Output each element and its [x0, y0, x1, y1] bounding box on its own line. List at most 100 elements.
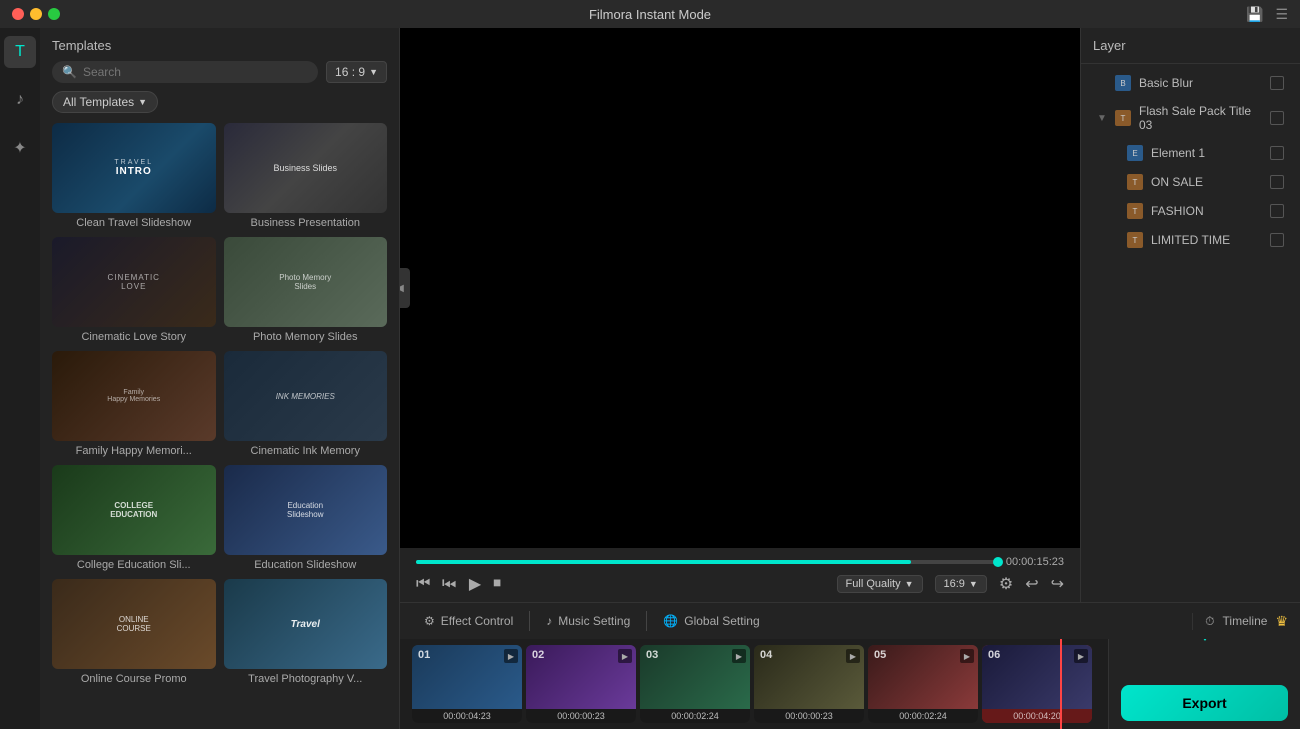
arrow-head: [1197, 639, 1213, 641]
export-button[interactable]: Export: [1121, 685, 1288, 721]
list-item[interactable]: FamilyHappy Memories Family Happy Memori…: [52, 351, 216, 457]
settings-button[interactable]: ⚙: [999, 574, 1013, 594]
layer-item[interactable]: T LIMITED TIME: [1085, 226, 1296, 254]
ratio-badge[interactable]: 16:9 ▼: [935, 575, 987, 593]
bottom-tabs: ⚙ Effect Control ♪ Music Setting 🌐 Globa…: [400, 603, 1192, 639]
all-templates-label: All Templates: [63, 95, 134, 109]
maximize-button[interactable]: [48, 8, 60, 20]
playback-bar: 00:00:15:23 ⏮ ⏭ ▶ ⏹ Full Quality ▼ 1: [400, 548, 1080, 602]
template-name: College Education Sli...: [52, 559, 216, 571]
step-forward-button[interactable]: ⏭: [442, 575, 456, 593]
music-icon: ♪: [16, 91, 24, 109]
text-tool[interactable]: T: [4, 36, 36, 68]
quality-select[interactable]: Full Quality ▼: [837, 575, 923, 593]
clip-duration: 00:00:00:23: [526, 709, 636, 723]
list-item[interactable]: EducationSlideshow Education Slideshow: [224, 465, 388, 571]
layers-header: Layer: [1081, 28, 1300, 64]
timeline-area: 01 ▶ 00:00:04:23 02 ▶ 00:00:00:23: [400, 639, 1108, 729]
list-item[interactable]: ONLINECOURSE Online Course Promo: [52, 579, 216, 685]
timeline-clip[interactable]: 03 ▶ 00:00:02:24: [640, 645, 750, 723]
visibility-toggle[interactable]: [1270, 111, 1284, 125]
clip-type-icon: ▶: [960, 649, 974, 663]
templates-header: Templates 🔍 16 : 9 ▼ All Templates ▼: [40, 28, 399, 119]
tab-music-setting[interactable]: ♪ Music Setting: [534, 608, 642, 634]
save-icon[interactable]: 💾: [1246, 6, 1263, 23]
quality-label: Full Quality: [846, 578, 901, 590]
export-panel: Export: [1108, 639, 1300, 729]
layer-name: Element 1: [1151, 146, 1262, 160]
layers-title: Layer: [1093, 38, 1126, 53]
close-button[interactable]: [12, 8, 24, 20]
progress-bar[interactable]: [416, 560, 998, 564]
list-item[interactable]: Business Slides Business Presentation: [224, 123, 388, 229]
layer-item[interactable]: ▼ T Flash Sale Pack Title 03: [1085, 98, 1296, 138]
template-row: CINEMATICLOVE Cinematic Love Story Photo…: [52, 237, 387, 343]
progress-row: 00:00:15:23: [416, 556, 1064, 568]
timeline-tab: ⏱ Timeline ♛: [1192, 613, 1300, 630]
list-item[interactable]: TRAVEL INTRO Clean Travel Slideshow: [52, 123, 216, 229]
tab-global-setting[interactable]: 🌐 Global Setting: [651, 608, 771, 634]
list-item[interactable]: Photo MemorySlides Photo Memory Slides: [224, 237, 388, 343]
template-name: Cinematic Love Story: [52, 331, 216, 343]
ratio-select[interactable]: 16 : 9 ▼: [326, 61, 387, 83]
music-icon: ♪: [546, 614, 552, 628]
clip-number: 03: [646, 649, 658, 661]
visibility-toggle[interactable]: [1270, 233, 1284, 247]
visibility-toggle[interactable]: [1270, 76, 1284, 90]
clip-duration: 00:00:02:24: [640, 709, 750, 723]
clip-type-icon: ▶: [846, 649, 860, 663]
layer-item[interactable]: E Element 1: [1085, 139, 1296, 167]
timeline-clip[interactable]: 02 ▶ 00:00:00:23: [526, 645, 636, 723]
search-input[interactable]: [83, 65, 308, 79]
expand-icon: ▼: [1097, 113, 1107, 124]
timeline-container: 01 ▶ 00:00:04:23 02 ▶ 00:00:00:23: [400, 639, 1108, 729]
clip-type-icon: ▶: [1074, 649, 1088, 663]
timeline-clip[interactable]: 05 ▶ 00:00:02:24: [868, 645, 978, 723]
effect-icon: ⚙: [424, 614, 435, 628]
list-item[interactable]: INK MEMORIES Cinematic Ink Memory: [224, 351, 388, 457]
undo-button[interactable]: ↩: [1025, 574, 1038, 594]
effects-tool[interactable]: ✦: [4, 132, 36, 164]
clip-type-icon: ▶: [618, 649, 632, 663]
effects-icon: ✦: [13, 138, 26, 158]
timeline-clip[interactable]: 01 ▶ 00:00:04:23: [412, 645, 522, 723]
menu-icon[interactable]: ☰: [1275, 6, 1288, 23]
titlebar-actions: 💾 ☰: [1246, 6, 1288, 23]
collapse-button[interactable]: ◀: [400, 268, 410, 308]
list-item[interactable]: Travel Travel Photography V...: [224, 579, 388, 685]
list-item[interactable]: CINEMATICLOVE Cinematic Love Story: [52, 237, 216, 343]
stop-button[interactable]: ⏹: [493, 575, 501, 593]
clip-duration: 00:00:04:20: [982, 709, 1092, 723]
visibility-toggle[interactable]: [1270, 146, 1284, 160]
music-tool[interactable]: ♪: [4, 84, 36, 116]
layer-icon: T: [1127, 232, 1143, 248]
redo-button[interactable]: ↪: [1051, 574, 1064, 594]
layer-item[interactable]: T FASHION: [1085, 197, 1296, 225]
all-templates-button[interactable]: All Templates ▼: [52, 91, 158, 113]
controls-row: ⏮ ⏭ ▶ ⏹ Full Quality ▼ 16:9 ▼ ⚙: [416, 574, 1064, 594]
app-title: Filmora Instant Mode: [589, 7, 711, 22]
layer-name: LIMITED TIME: [1151, 233, 1262, 247]
template-name: Cinematic Ink Memory: [224, 445, 388, 457]
visibility-toggle[interactable]: [1270, 204, 1284, 218]
layer-item[interactable]: B Basic Blur: [1085, 69, 1296, 97]
timeline-icon: ⏱: [1205, 614, 1214, 629]
play-button[interactable]: ▶: [469, 574, 481, 594]
timeline-label: Timeline: [1223, 614, 1268, 628]
timeline-clip[interactable]: 04 ▶ 00:00:00:23: [754, 645, 864, 723]
clip-type-icon: ▶: [504, 649, 518, 663]
timeline-clip[interactable]: 06 ▶ 00:00:04:20: [982, 645, 1092, 723]
icon-bar: T ♪ ✦: [0, 28, 40, 729]
layer-item[interactable]: T ON SALE: [1085, 168, 1296, 196]
chevron-down-icon: ▼: [369, 67, 378, 77]
rewind-button[interactable]: ⏮: [416, 575, 430, 593]
list-item[interactable]: COLLEGEEDUCATION College Education Sli..…: [52, 465, 216, 571]
tab-separator: [646, 611, 647, 631]
visibility-toggle[interactable]: [1270, 175, 1284, 189]
progress-fill: [416, 560, 911, 564]
titlebar: Filmora Instant Mode 💾 ☰: [0, 0, 1300, 28]
minimize-button[interactable]: [30, 8, 42, 20]
layer-list: B Basic Blur ▼ T Flash Sale Pack Title 0…: [1081, 64, 1300, 602]
template-name: Education Slideshow: [224, 559, 388, 571]
tab-effect-control[interactable]: ⚙ Effect Control: [412, 608, 525, 634]
